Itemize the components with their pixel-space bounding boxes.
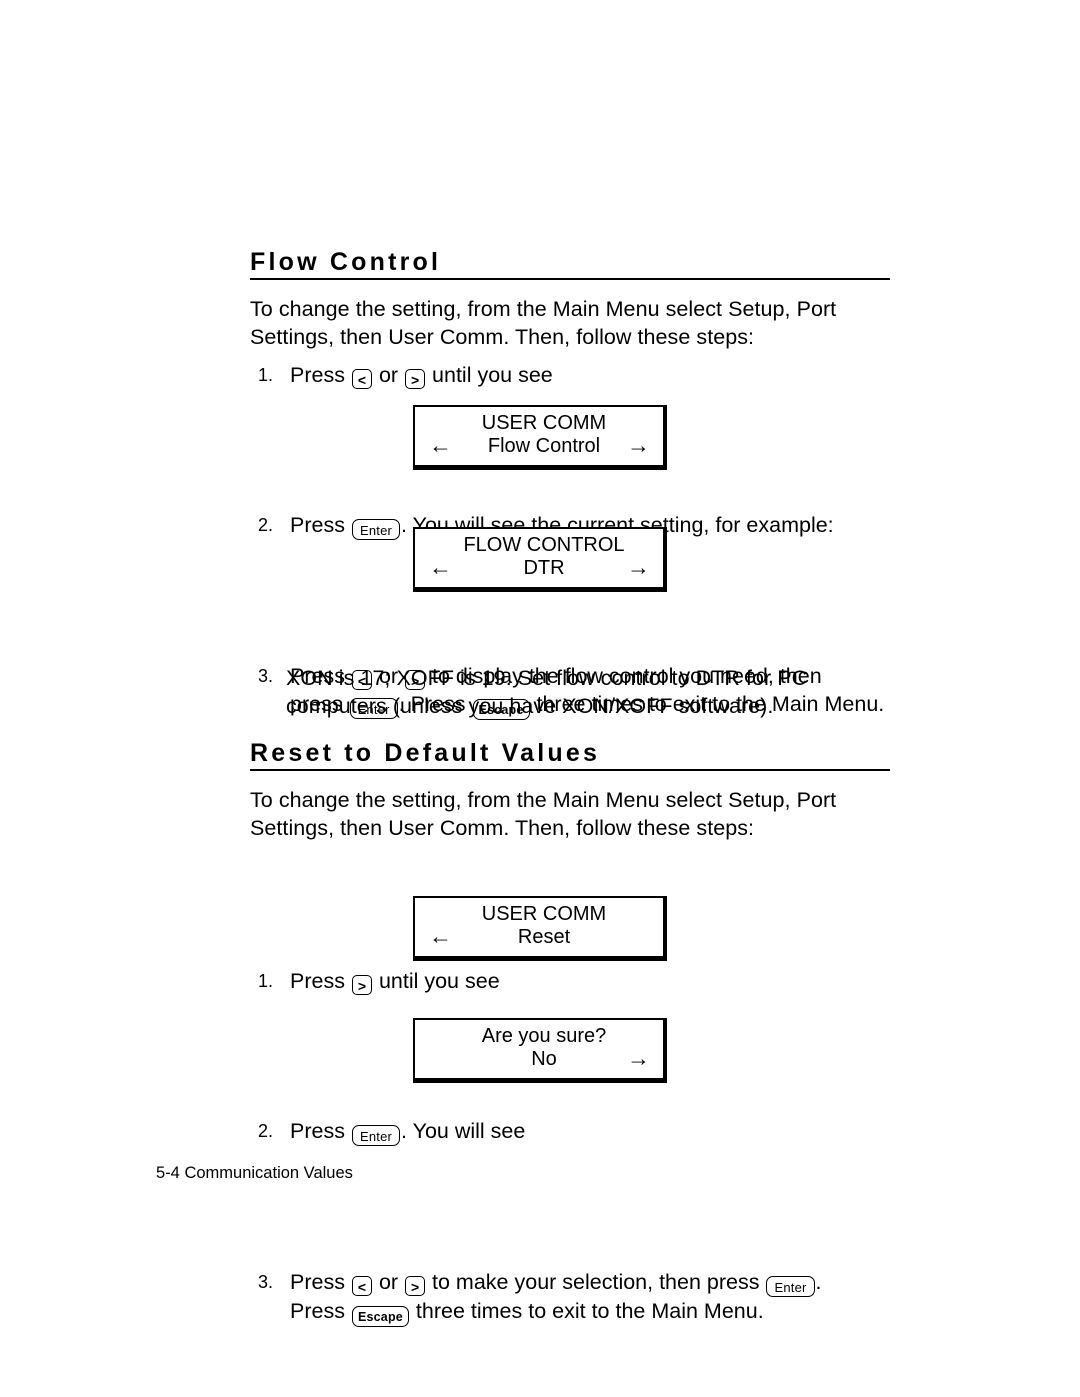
document-page: Flow Control To change the setting, from… xyxy=(0,0,1080,1397)
lcd-line-2: Flow Control xyxy=(487,435,601,457)
step-text: Press < or > until you see xyxy=(290,361,930,389)
step-text-before: Press xyxy=(290,363,345,387)
lcd-line-2: Reset xyxy=(517,926,571,948)
step-number: 1. xyxy=(258,971,274,991)
step-text: Press Enter. You will see xyxy=(290,1117,930,1146)
lcd-line-1: USER COMM xyxy=(481,412,607,434)
lcd-display-user-comm-reset: USER COMM Reset ← xyxy=(413,896,667,961)
lcd-display-user-comm-flow-control: USER COMM Flow Control ← → xyxy=(413,405,667,470)
step-text: Press > until you see xyxy=(290,967,930,995)
step-text-line-1: Press < or > to make your selection, the… xyxy=(290,1268,930,1297)
key-escape[interactable]: Escape xyxy=(351,1306,409,1327)
step-text-after: to make your selection, then press xyxy=(432,1270,760,1294)
intro-line-2: Settings, then User Comm. Then, follow t… xyxy=(250,815,755,840)
step-number: 3. xyxy=(258,666,274,686)
step-number: 3. xyxy=(258,1272,274,1292)
step-number: 2. xyxy=(258,515,274,535)
section-reset-to-default-values: Reset to Default Values xyxy=(250,740,890,772)
heading-flow-control: Flow Control xyxy=(250,249,890,281)
footer-chapter-title: Communication Values xyxy=(184,1164,353,1182)
step-text-after: until you see xyxy=(378,969,500,993)
key-right-arrow[interactable]: > xyxy=(405,1276,426,1296)
step-2-reset: 2. Press Enter. You will see xyxy=(250,1117,930,1146)
step-text-before: Press xyxy=(290,1119,345,1143)
key-right-arrow[interactable]: > xyxy=(405,369,426,389)
lcd-line-1: FLOW CONTROL xyxy=(463,534,625,556)
step-number: 2. xyxy=(258,1121,274,1141)
lcd-right-arrow-icon: → xyxy=(627,432,650,458)
lcd-right-arrow-icon: → xyxy=(627,554,650,580)
key-left-arrow[interactable]: < xyxy=(351,369,372,389)
key-left-arrow[interactable]: < xyxy=(351,1276,372,1296)
page-footer: 5-4 Communication Values xyxy=(156,1163,353,1183)
step-text-before: Press xyxy=(290,969,345,993)
step-text-before: Press xyxy=(290,1270,345,1294)
key-enter[interactable]: Enter xyxy=(351,1125,401,1146)
intro-line-1: To change the setting, from the Main Men… xyxy=(250,788,837,812)
lcd-inner: USER COMM Flow Control ← → xyxy=(415,407,663,465)
step-text-end: . xyxy=(815,1270,822,1294)
step-text-mid: or xyxy=(378,1270,399,1294)
lcd-inner: USER COMM Reset ← xyxy=(415,898,663,956)
step-text-before: Press xyxy=(290,513,345,537)
footer-page-number: 5-4 xyxy=(156,1164,180,1182)
heading-reset-to-default-values: Reset to Default Values xyxy=(250,740,890,772)
step-3-reset: 3. Press < or > to make your selection, … xyxy=(250,1268,930,1327)
step-text-after: . You will see xyxy=(401,1119,526,1143)
intro-paragraph-reset: To change the setting, from the Main Men… xyxy=(250,787,890,842)
step-text-line-2: Press Escape three times to exit to the … xyxy=(290,1297,930,1327)
intro-line-2: Settings, then User Comm. Then, follow t… xyxy=(250,324,755,349)
lcd-left-arrow-icon: ← xyxy=(429,923,452,949)
step-1-reset: 1. Press > until you see xyxy=(250,967,930,995)
lcd-line-2: No xyxy=(531,1048,557,1070)
step-1-flow-control: 1. Press < or > until you see xyxy=(250,361,930,389)
lcd-left-arrow-icon: ← xyxy=(429,432,452,458)
key-enter[interactable]: Enter xyxy=(766,1276,815,1297)
intro-paragraph-flow-control: To change the setting, from the Main Men… xyxy=(250,296,890,351)
step-text-before: Press xyxy=(290,1299,345,1323)
lcd-line-2: DTR xyxy=(523,557,565,579)
note-line-1: XON is 17; XOFF is 19. Set flow control … xyxy=(286,666,808,690)
key-enter[interactable]: Enter xyxy=(351,519,401,540)
key-right-arrow[interactable]: > xyxy=(351,975,372,995)
lcd-line-1: Are you sure? xyxy=(481,1025,607,1047)
lcd-display-flow-control-dtr: FLOW CONTROL DTR ← → xyxy=(413,527,667,592)
lcd-display-are-you-sure: Are you sure? No → xyxy=(413,1018,667,1083)
lcd-inner: FLOW CONTROL DTR ← → xyxy=(415,529,663,587)
step-text-after: until you see xyxy=(432,363,553,387)
lcd-right-arrow-icon: → xyxy=(627,1045,650,1071)
lcd-line-1: USER COMM xyxy=(481,903,607,925)
intro-line-1: To change the setting, from the Main Men… xyxy=(250,297,837,321)
section-flow-control: Flow Control xyxy=(250,249,890,281)
note-line-2: computers (unless you have XON/XOFF soft… xyxy=(286,693,774,718)
lcd-inner: Are you sure? No → xyxy=(415,1020,663,1078)
note-paragraph-xon-xoff: XON is 17; XOFF is 19. Set flow control … xyxy=(286,665,890,720)
step-text-mid: or xyxy=(378,363,399,387)
step-text-after: three times to exit to the Main Menu. xyxy=(415,1299,764,1323)
step-number: 1. xyxy=(258,365,274,385)
lcd-left-arrow-icon: ← xyxy=(429,554,452,580)
